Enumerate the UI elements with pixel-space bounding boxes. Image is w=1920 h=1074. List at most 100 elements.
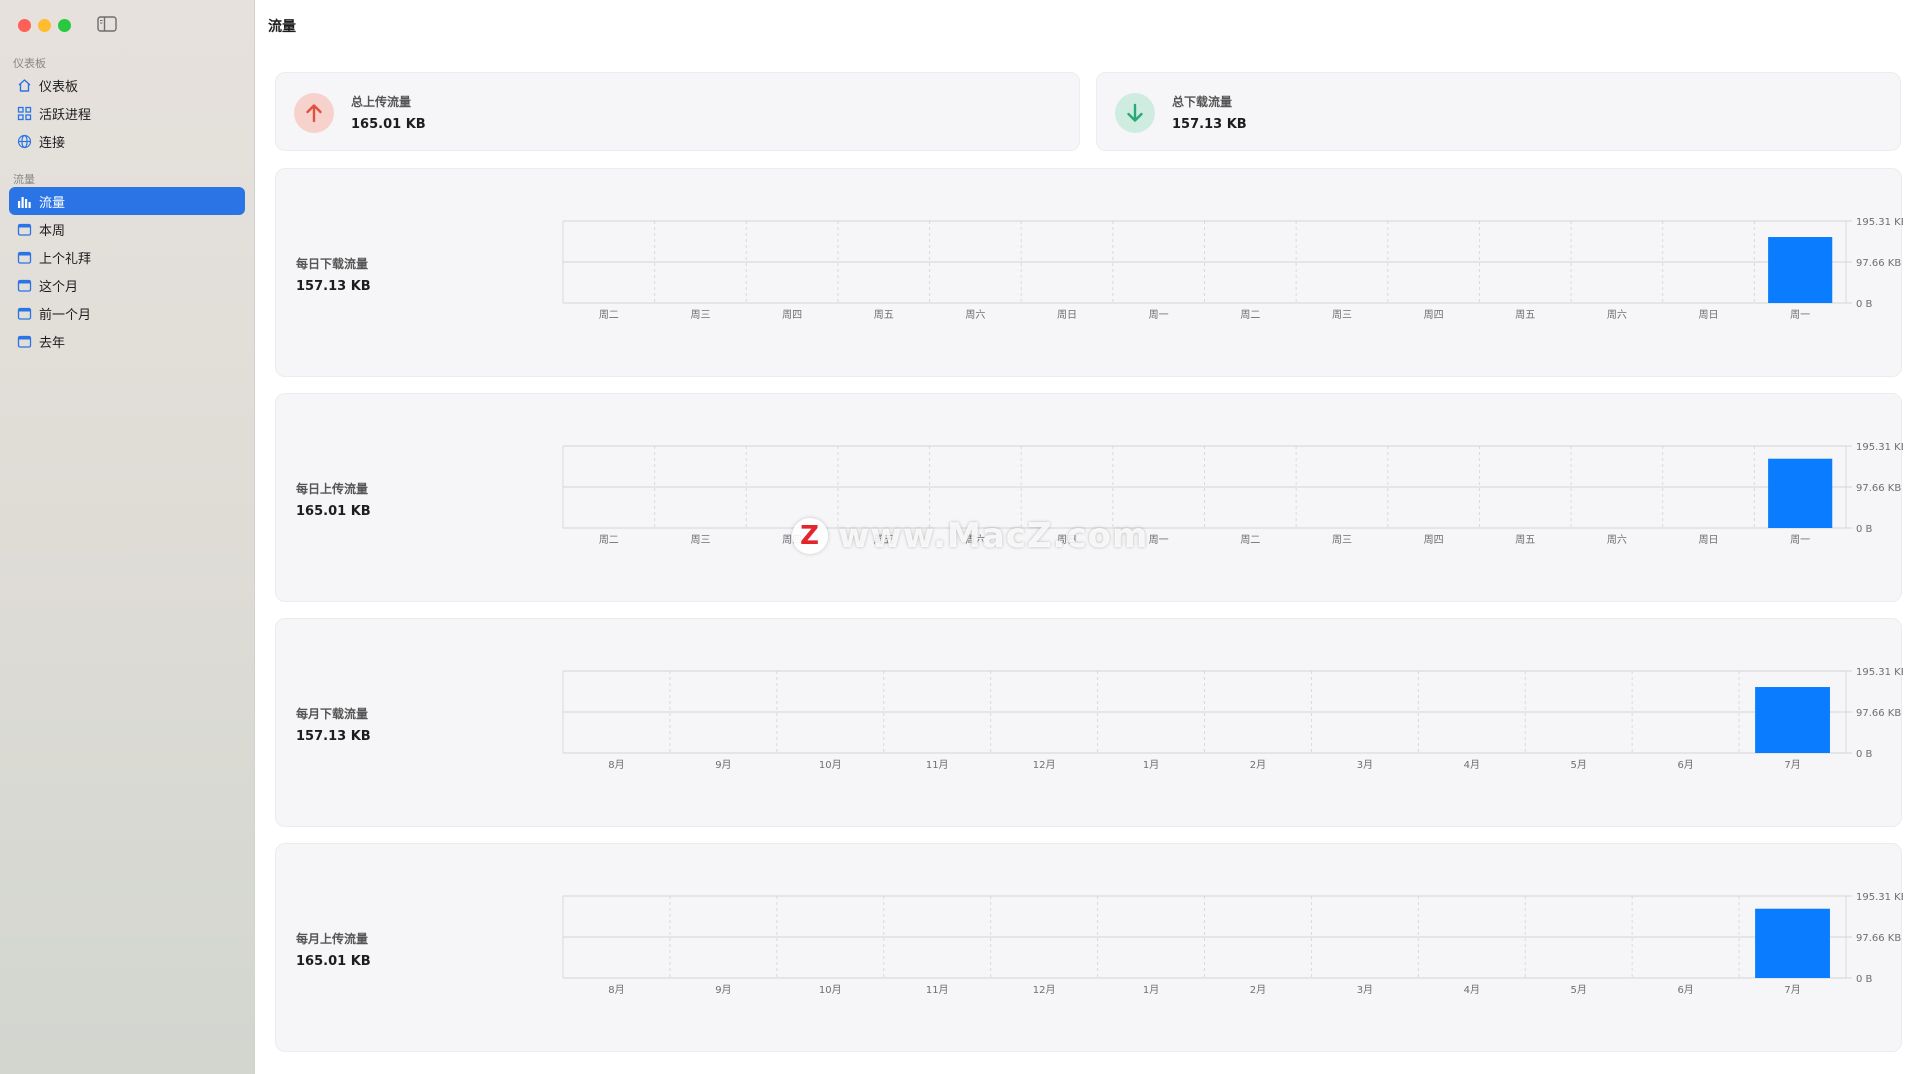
calendar-icon [17,334,32,349]
minimize-window-button[interactable] [38,19,51,32]
total-upload-label: 总上传流量 [351,95,412,109]
bar-chart-icon [17,194,32,209]
sidebar-section-traffic: 流量 [13,173,35,186]
daily-download-chart-card: 每日下载流量 157.13 KB 195.31 KB 97.66 KB 0 B 周二周… [275,168,1903,377]
close-window-button[interactable] [18,19,31,32]
chart-bar [1755,687,1830,753]
x-tick-label: 8月 [608,984,624,996]
x-tick-label: 8月 [608,759,624,771]
x-tick-label: 周一 [1149,534,1169,546]
x-tick-label: 1月 [1143,984,1159,996]
x-tick-label: 周三 [1332,309,1352,321]
x-tick-label: 周四 [782,309,802,321]
zoom-window-button[interactable] [58,19,71,32]
arrow-up-icon [294,93,334,133]
daily-download-chart: 195.31 KB 97.66 KB 0 B 周二 周三 周四 周五 周六 周日 周一 周二 周三 周四… [562,217,1903,321]
x-tick-label: 6月 [1677,759,1693,771]
sidebar-item-label: 这个月 [39,279,79,295]
y-tick-label: 195.31 KB [1856,667,1903,678]
globe-icon [17,134,32,149]
sidebar-item-label: 本周 [39,223,66,239]
y-tick-label: 195.31 KB [1856,442,1903,453]
sidebar-item-connections[interactable]: 连接 [9,127,245,155]
x-tick-label: 周六 [1607,309,1627,321]
sidebar-item-last-week[interactable]: 上个礼拜 [9,243,245,271]
y-tick-label: 0 B [1856,524,1873,535]
x-tick-label: 2月 [1250,984,1266,996]
x-tick-label: 周二 [1240,534,1260,546]
sidebar-item-last-year[interactable]: 去年 [9,327,245,355]
monthly-upload-chart-card: 每月上传流量 165.01 KB 195.31 KB 97.66 KB 0 B 8月 9… [275,843,1903,1052]
x-tick-label: 1月 [1143,759,1159,771]
sidebar-item-last-month[interactable]: 前一个月 [9,299,245,327]
sidebar-item-label: 仪表板 [39,79,79,95]
x-tick-label: 周六 [965,309,985,321]
sidebar-item-this-month[interactable]: 这个月 [9,271,245,299]
sidebar-item-traffic[interactable]: 流量 [9,187,245,215]
daily-upload-chart: 195.31 KB97.66 KB0 B周二周三周四周五周六周日周一周二周三周四… [562,442,1903,546]
calendar-icon [17,278,32,293]
chart-bar [1755,908,1830,978]
x-tick-label: 6月 [1677,984,1693,996]
y-tick-label: 97.66 KB [1856,708,1901,719]
x-tick-label: 4月 [1464,759,1480,771]
sidebar-item-active-processes[interactable]: 活跃进程 [9,99,245,127]
monthly-download-chart: 195.31 KB 97.66 KB 0 B 8月 9月 10月 11月 12月 1月 2月 3月 4… [562,667,1903,771]
x-tick-label: 11月 [926,984,949,996]
x-tick-label: 周二 [1240,309,1260,321]
monthly-download-chart-card: 每月下载流量 157.13 KB 195.31 KB 97.66 KB 0 B 8月 9… [275,618,1903,827]
calendar-icon [17,306,32,321]
total-upload-card: 总上传流量 165.01 KB [275,72,1080,151]
chart-bar [1768,237,1833,303]
x-tick-label: 5月 [1571,984,1587,996]
sidebar-item-this-week[interactable]: 本周 [9,215,245,243]
sidebar-toggle-icon[interactable] [97,16,117,32]
x-tick-label: 周一 [1790,534,1810,546]
x-tick-label: 周四 [1424,534,1444,546]
x-tick-label: 周三 [690,309,710,321]
sidebar-item-label: 上个礼拜 [39,251,92,267]
sidebar-item-label: 去年 [39,335,66,351]
total-download-card: 总下载流量 157.13 KB [1096,72,1901,151]
sidebar-item-label: 连接 [39,135,66,151]
page-title: 流量 [268,19,296,35]
x-tick-label: 2月 [1250,759,1266,771]
daily-upload-chart-card: 每日上传流量 165.01 KB 195.31 KB 97.66 KB 0 B 周二周… [275,393,1903,602]
x-tick-label: 10月 [819,984,842,996]
sidebar-item-label: 流量 [39,195,66,211]
x-tick-label: 9月 [715,984,731,996]
sidebar-item-dashboard[interactable]: 仪表板 [9,71,245,99]
y-tick-label: 97.66 KB [1856,258,1901,269]
total-download-value: 157.13 KB [1172,117,1247,132]
x-tick-label: 周四 [1424,309,1444,321]
x-tick-label: 周二 [599,309,619,321]
arrow-down-icon [1115,93,1155,133]
x-tick-label: 周五 [874,309,894,321]
x-tick-label: 4月 [1464,984,1480,996]
x-tick-label: 7月 [1784,759,1800,771]
y-tick-label: 0 B [1856,749,1873,760]
x-tick-label: 12月 [1033,759,1056,771]
monthly-upload-chart: 195.31 KB 97.66 KB 0 B 8月 9月 10月 11月 12月 1月 2月 3月 4… [562,892,1903,996]
x-tick-label: 周一 [1149,309,1169,321]
x-tick-label: 11月 [926,759,949,771]
total-upload-value: 165.01 KB [351,117,426,132]
y-tick-label: 0 B [1856,974,1873,985]
x-tick-label: 10月 [819,759,842,771]
y-tick-label: 0 B [1856,299,1873,310]
x-tick-label: 3月 [1357,984,1373,996]
x-tick-label: 周三 [690,534,710,546]
total-download-label: 总下载流量 [1172,95,1233,109]
x-tick-label: 9月 [715,759,731,771]
x-tick-label: 周日 [1699,309,1719,321]
calendar-icon [17,250,32,265]
calendar-icon [17,222,32,237]
sidebar-section-dashboard: 仪表板 [13,57,46,70]
sidebar: 仪表板 仪表板 活跃进程 连接 流量 流量 本周 上个礼拜 这个月 前一个月 去… [0,0,255,1074]
x-tick-label: 周二 [599,534,619,546]
x-tick-label: 周一 [1790,309,1810,321]
sidebar-item-label: 前一个月 [39,307,92,323]
x-tick-label: 5月 [1571,759,1587,771]
watermark: Z www.MacZ.com [792,516,1148,556]
x-tick-label: 7月 [1784,984,1800,996]
